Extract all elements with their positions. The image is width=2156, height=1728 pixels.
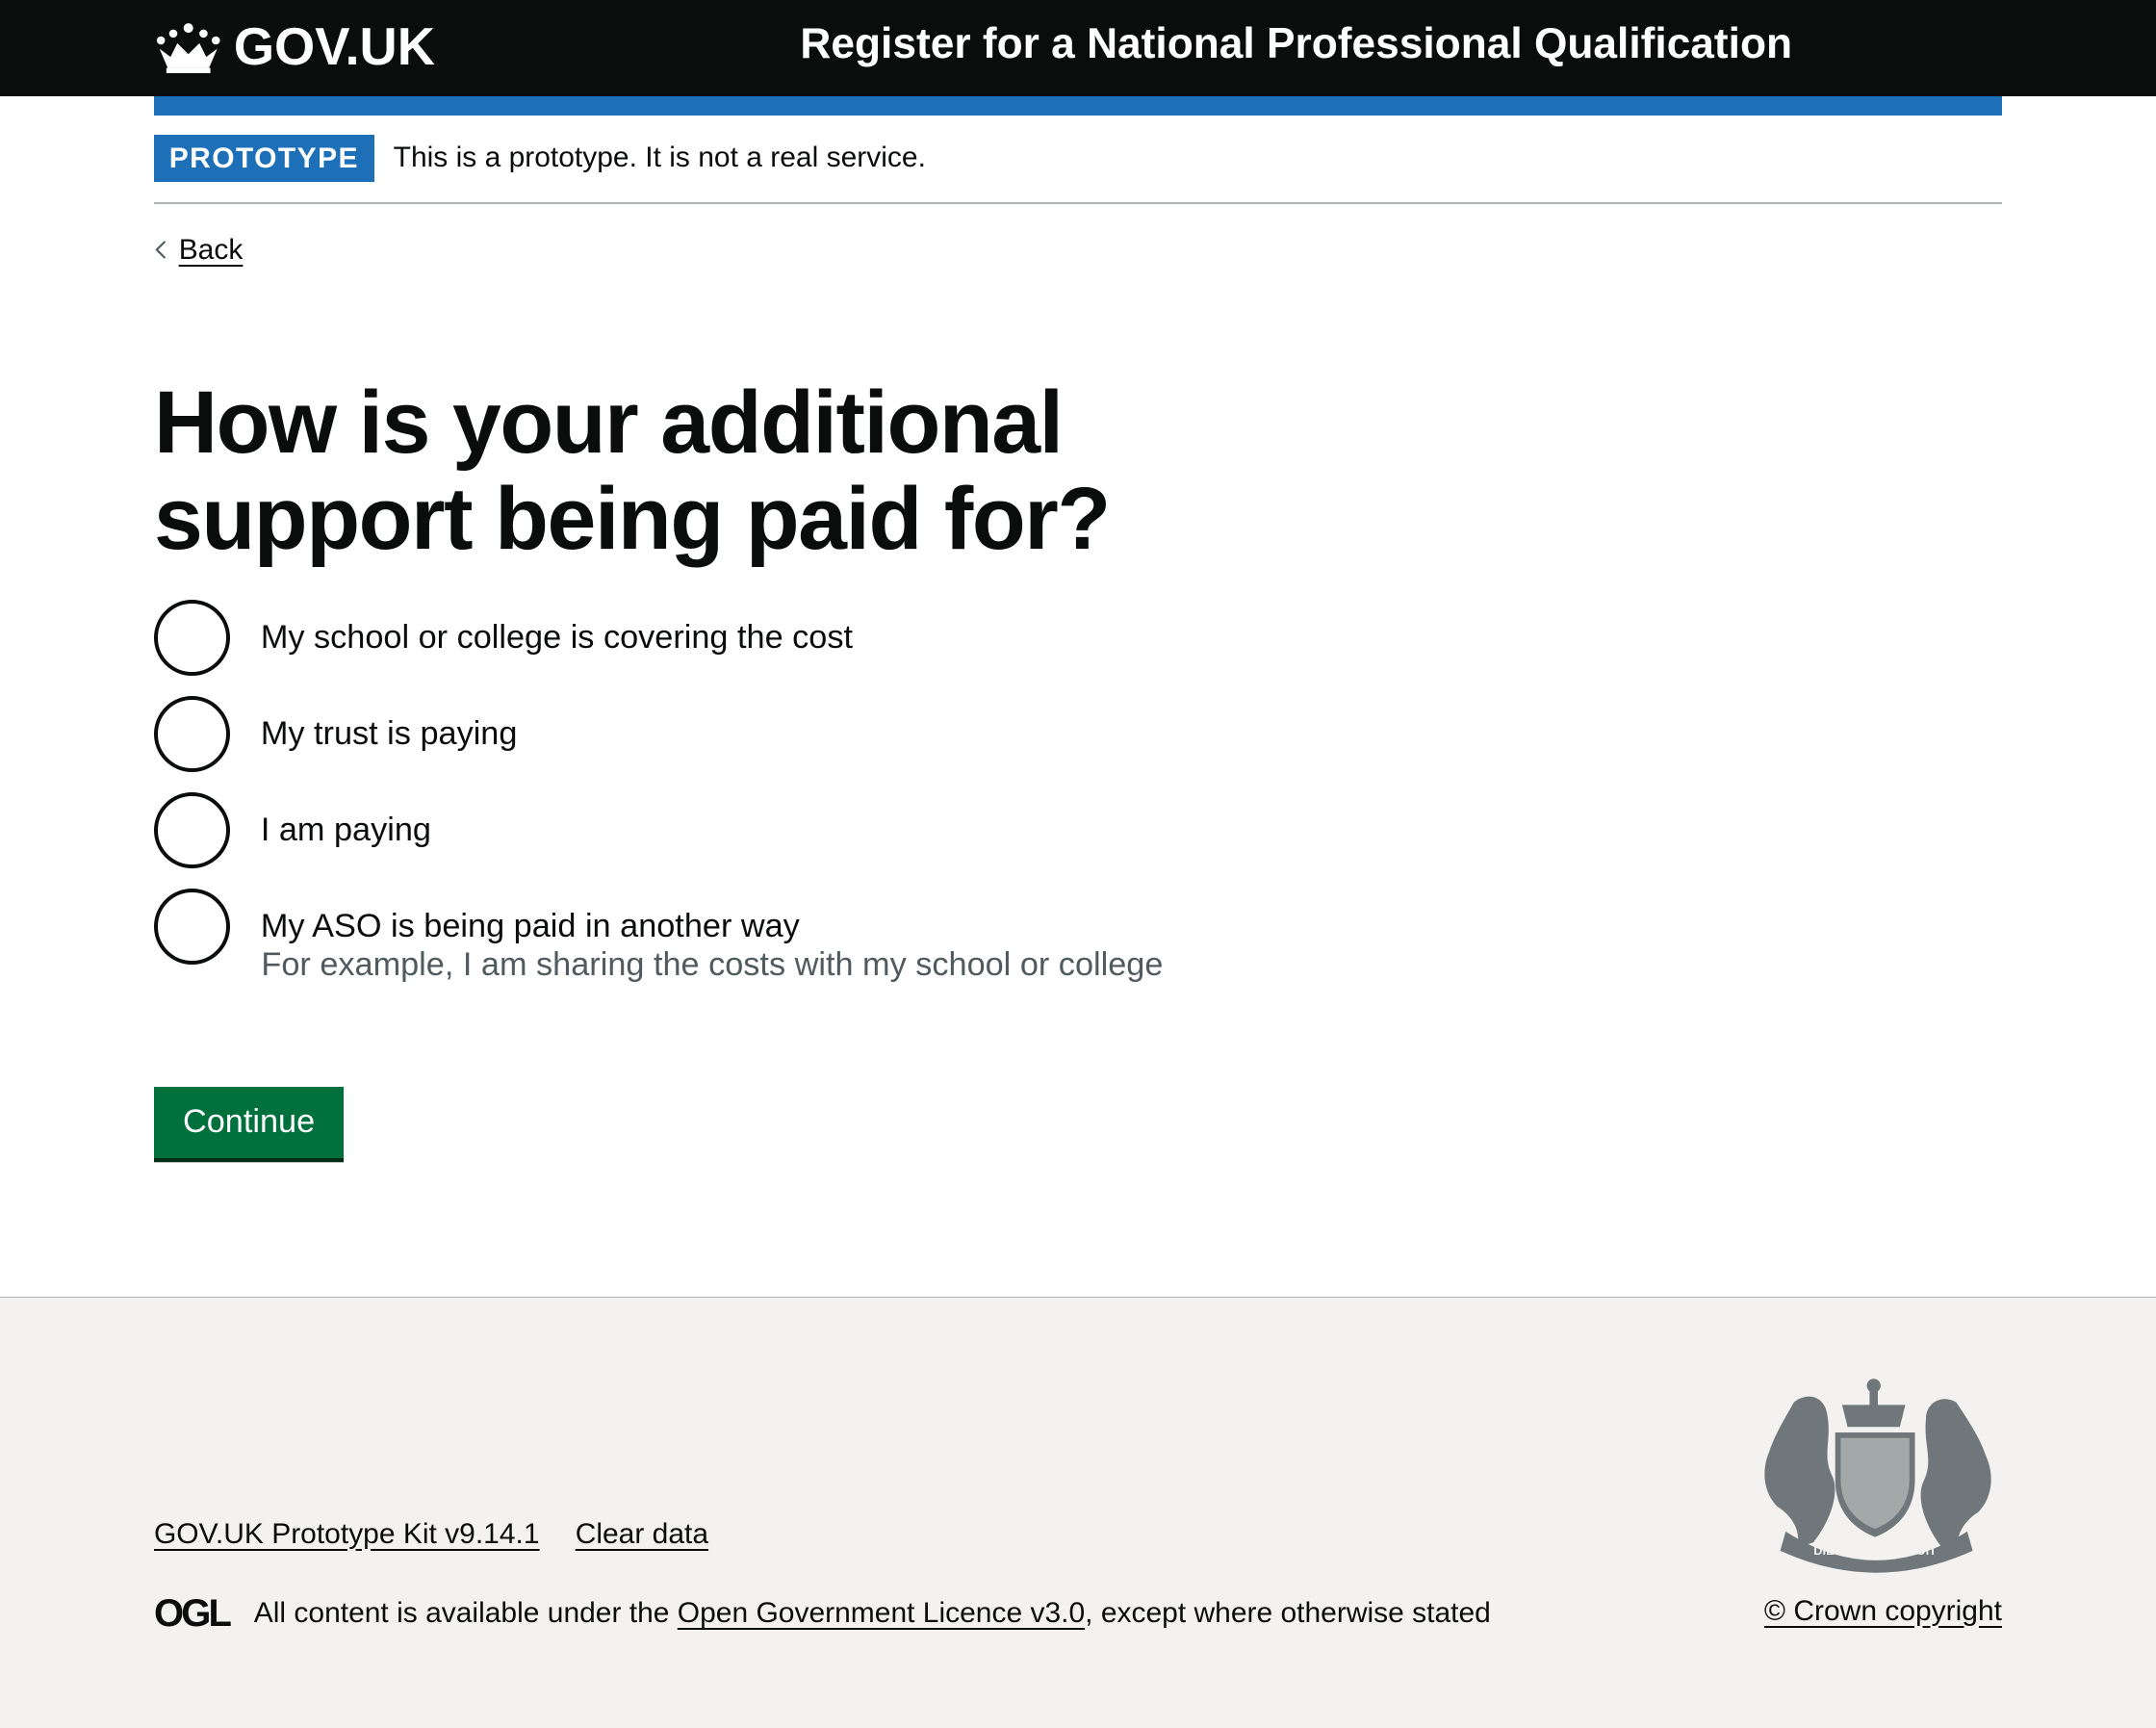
header-blue-bar [153, 95, 2002, 116]
logo-text: GOV.UK [233, 17, 435, 77]
chevron-left-icon [155, 241, 167, 260]
licence-prefix: All content is available under the [253, 1597, 678, 1630]
radio-label[interactable]: My school or college is covering the cos… [261, 619, 853, 657]
service-name-link[interactable]: Register for a National Professional Qua… [800, 20, 1792, 68]
phase-text: This is a prototype. It is not a real se… [393, 142, 926, 174]
clear-data-link[interactable]: Clear data [576, 1518, 708, 1551]
header: GOV.UK Register for a National Professio… [0, 0, 2156, 96]
phase-banner: PROTOTYPE This is a prototype. It is not… [153, 134, 2002, 204]
radio-hint: For example, I am sharing the costs with… [261, 945, 1164, 983]
licence-text: OGL All content is available under the O… [154, 1592, 1491, 1636]
radio-button[interactable] [153, 695, 231, 773]
continue-button[interactable]: Continue [153, 1086, 345, 1158]
licence-link[interactable]: Open Government Licence v3.0 [678, 1597, 1085, 1630]
radio-group: My school or college is covering the cos… [153, 599, 1164, 984]
radio-option-school[interactable]: My school or college is covering the cos… [153, 599, 1163, 696]
prototype-kit-link[interactable]: GOV.UK Prototype Kit v9.14.1 [154, 1518, 540, 1551]
ogl-logo: OGL [153, 1591, 232, 1635]
licence-suffix: , except where otherwise stated [1085, 1597, 1491, 1630]
radio-label[interactable]: I am paying [261, 812, 431, 849]
royal-coat-of-arms-icon: DIEU ET MON DROIT [1764, 1379, 1992, 1573]
page-title: How is your additional support being pai… [153, 373, 1111, 568]
radio-button[interactable] [153, 791, 231, 869]
radio-option-trust[interactable]: My trust is paying [153, 695, 1163, 792]
crest-motto: DIEU ET MON DROIT [1814, 1543, 1938, 1558]
back-link-container: Back [154, 234, 243, 267]
phase-tag: PROTOTYPE [153, 134, 374, 182]
radio-button[interactable] [153, 599, 231, 677]
radio-label[interactable]: My ASO is being paid in another way [261, 908, 800, 945]
crown-copyright-link[interactable]: © Crown copyright [1764, 1595, 2002, 1628]
back-link[interactable]: Back [179, 234, 244, 267]
crown-icon [156, 22, 220, 73]
radio-label[interactable]: My trust is paying [261, 715, 518, 753]
radio-option-self[interactable]: I am paying [153, 791, 1163, 889]
radio-button[interactable] [153, 888, 231, 966]
govuk-logo-link[interactable]: GOV.UK [154, 16, 435, 77]
footer-links: GOV.UK Prototype Kit v9.14.1 Clear data [154, 1518, 708, 1551]
footer: GOV.UK Prototype Kit v9.14.1 Clear data … [0, 1297, 2156, 1728]
